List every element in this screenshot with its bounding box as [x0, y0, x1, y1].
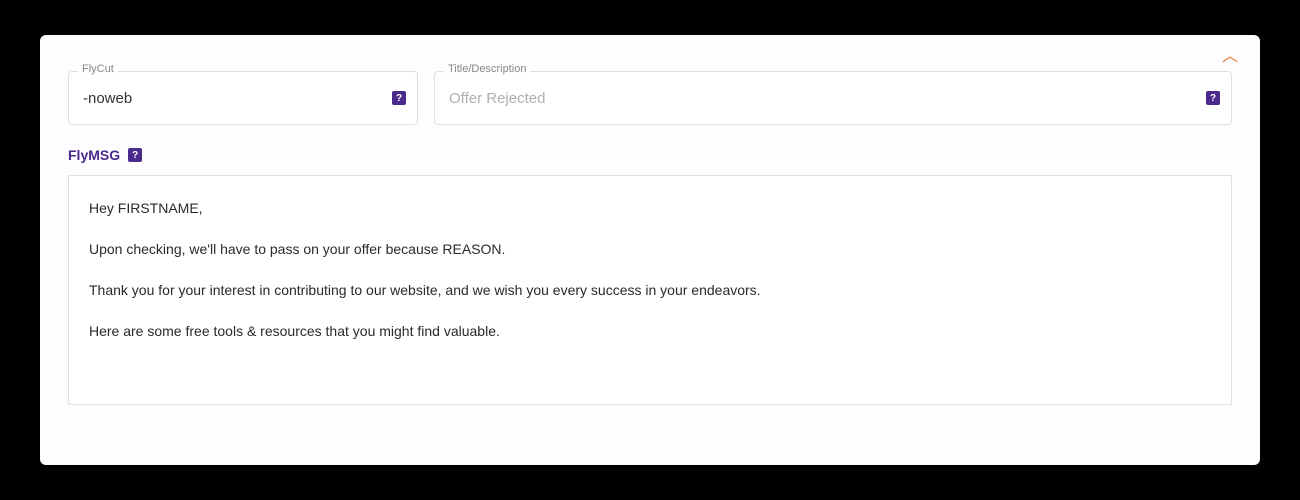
flymsg-section-title: FlyMSG ?	[68, 147, 1232, 163]
title-label: Title/Description	[444, 63, 530, 75]
flymsg-paragraph: Thank you for your interest in contribut…	[89, 280, 1211, 301]
flymsg-editor[interactable]: Hey FIRSTNAME, Upon checking, we'll have…	[68, 175, 1232, 405]
form-card: ︿ FlyCut ? Title/Description ? FlyMSG ? …	[40, 35, 1260, 465]
flycut-label: FlyCut	[78, 63, 118, 75]
flymsg-paragraph: Hey FIRSTNAME,	[89, 198, 1211, 219]
flycut-input[interactable]	[68, 71, 418, 125]
title-input[interactable]	[434, 71, 1232, 125]
title-field: Title/Description ?	[434, 71, 1232, 125]
input-row: FlyCut ? Title/Description ?	[68, 71, 1232, 125]
flymsg-paragraph: Upon checking, we'll have to pass on you…	[89, 239, 1211, 260]
flymsg-paragraph: Here are some free tools & resources tha…	[89, 321, 1211, 342]
help-icon[interactable]: ?	[1206, 91, 1220, 105]
flycut-field: FlyCut ?	[68, 71, 418, 125]
help-icon[interactable]: ?	[128, 148, 142, 162]
flymsg-label: FlyMSG	[68, 147, 120, 163]
collapse-icon[interactable]: ︿	[1222, 49, 1238, 65]
help-icon[interactable]: ?	[392, 91, 406, 105]
flymsg-content[interactable]: Hey FIRSTNAME, Upon checking, we'll have…	[69, 176, 1231, 364]
